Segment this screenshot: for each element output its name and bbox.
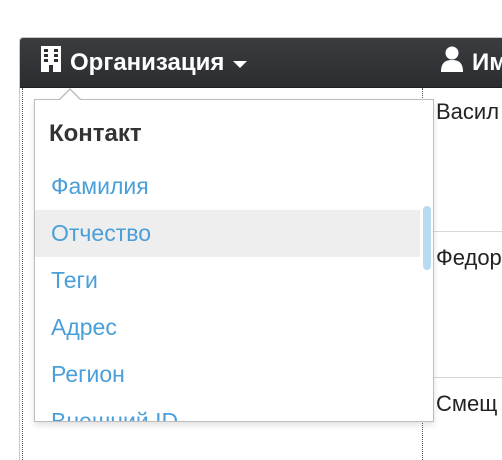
dropdown-scrollbar[interactable] bbox=[423, 206, 431, 270]
dropdown-heading: Контакт bbox=[49, 120, 142, 147]
dropdown-item-region[interactable]: Регион bbox=[35, 351, 420, 398]
dropdown-list[interactable]: Фамилия Отчество Теги Адрес Регион Внешн… bbox=[35, 163, 420, 421]
dropdown-item-patronymic[interactable]: Отчество bbox=[35, 210, 420, 257]
dropdown-item-address[interactable]: Адрес bbox=[35, 304, 420, 351]
caret-down-icon bbox=[233, 60, 248, 68]
dropdown-item-tags[interactable]: Теги bbox=[35, 257, 420, 304]
name-column-header[interactable]: Им bbox=[440, 38, 502, 87]
column-dropdown-menu: Контакт Фамилия Отчество Теги Адрес Реги… bbox=[34, 99, 434, 422]
column-divider bbox=[22, 88, 23, 460]
name-cell: Смещ bbox=[436, 391, 498, 416]
org-column-label: Организация bbox=[70, 48, 225, 76]
row-divider bbox=[422, 231, 502, 232]
dropdown-pointer-fill bbox=[59, 90, 81, 101]
org-column-header[interactable]: Организация bbox=[40, 38, 248, 87]
dropdown-item-surname[interactable]: Фамилия bbox=[35, 163, 420, 210]
row-divider bbox=[422, 377, 502, 378]
name-column-label: Им bbox=[472, 48, 502, 76]
dropdown-item-external-id[interactable]: Внешний ID bbox=[35, 398, 420, 421]
name-cell: Федор bbox=[436, 245, 502, 270]
name-cell: Васил bbox=[436, 99, 500, 124]
building-icon bbox=[40, 45, 62, 80]
table-header: Организация Им bbox=[20, 38, 502, 88]
page: Организация Им Васил Федор Смещ Контак bbox=[0, 0, 502, 460]
user-icon bbox=[440, 45, 464, 80]
